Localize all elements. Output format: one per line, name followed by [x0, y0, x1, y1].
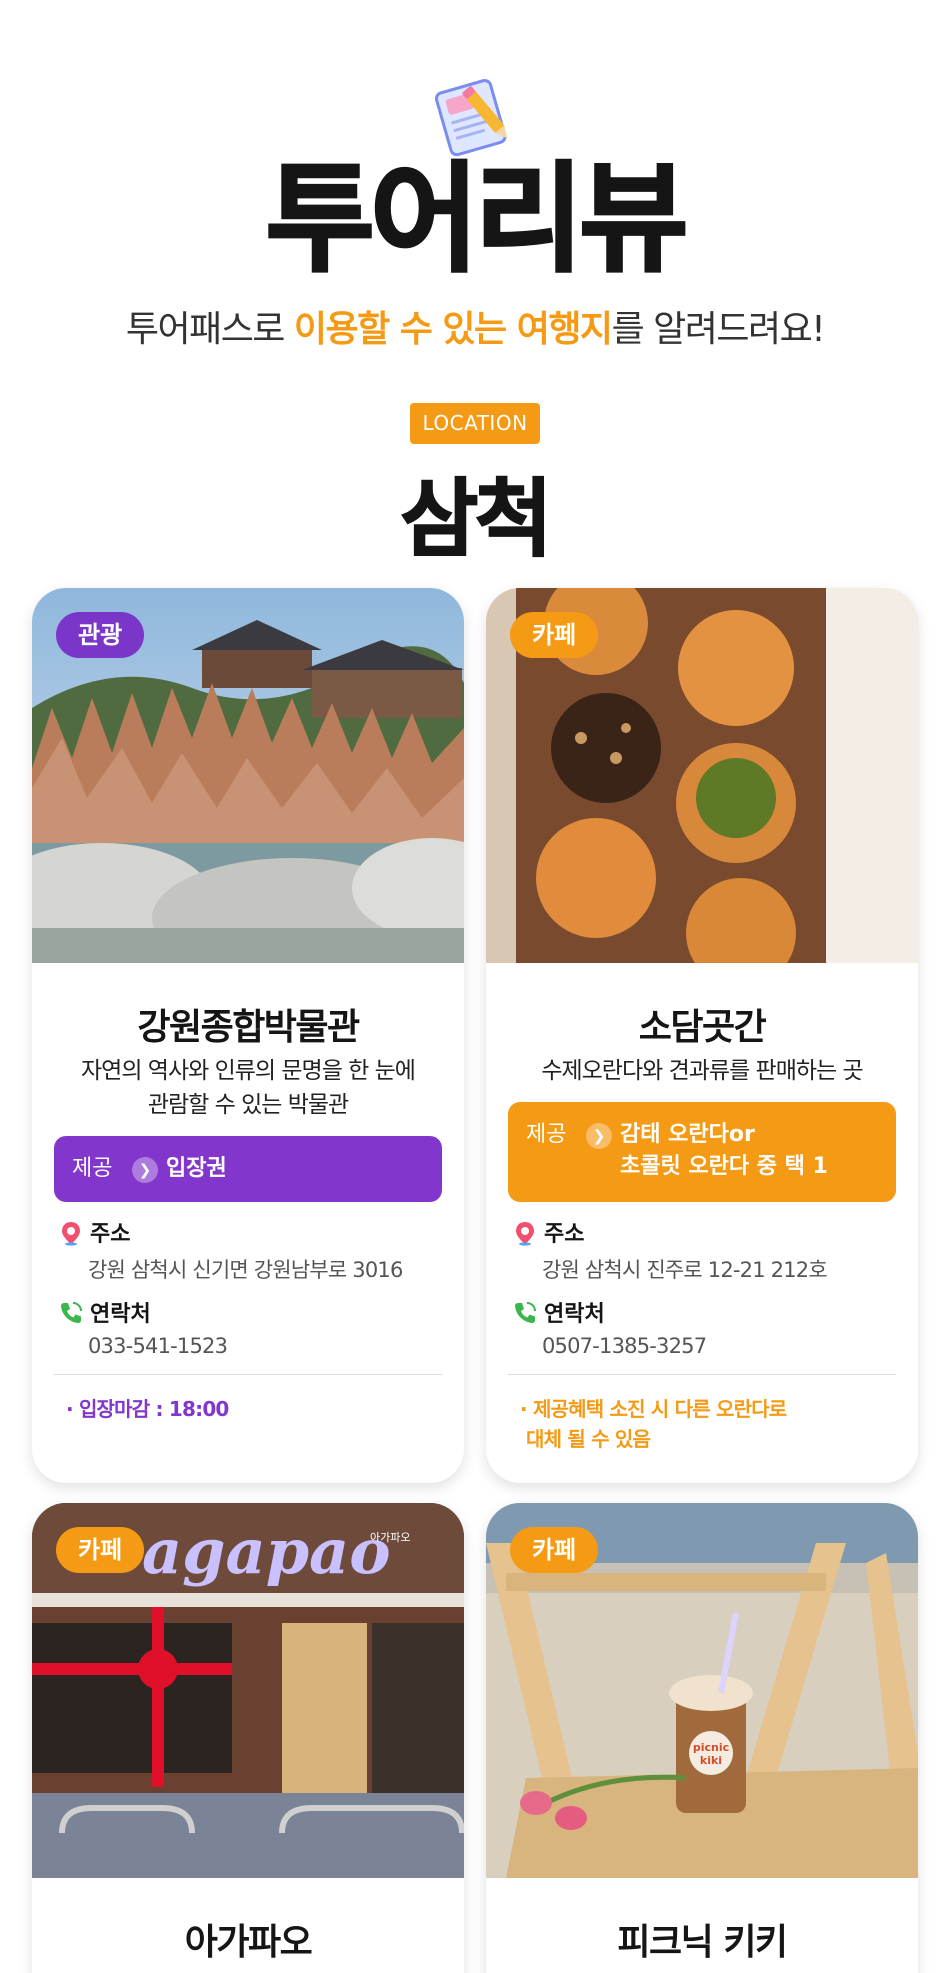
offer-value: 초콜릿 오란다 중 택 1: [620, 1154, 828, 1179]
description-line: 관람할 수 있는 박물관: [147, 1092, 349, 1118]
address-heading: 주소: [58, 1216, 130, 1248]
divider: [54, 1374, 442, 1375]
description-line: 수제오란다와 견과류를 판매하는 곳: [541, 1058, 863, 1084]
offer-label: 제공: [526, 1122, 567, 1147]
divider: [508, 1374, 896, 1375]
offer-box: 제공 ❯ 감태 오란다or 초콜릿 오란다 중 택 1: [508, 1102, 896, 1202]
place-card-agapao[interactable]: agapao 아가파오 카페 아가파오: [32, 1503, 464, 1973]
phone-icon: [61, 1302, 82, 1323]
shop-sign-small: 아가파오: [370, 1531, 410, 1544]
category-tag: 관광: [56, 612, 145, 658]
contact-label: 연락처: [90, 1302, 151, 1327]
note-line: · 입장마감 : 18:00: [66, 1397, 229, 1421]
offer-label: 제공: [72, 1156, 113, 1181]
offer-box: 제공 ❯ 입장권: [54, 1136, 442, 1202]
subtitle-highlight: 이용할 수 있는 여행지: [293, 309, 613, 350]
place-card-picnic-kiki[interactable]: picnic kiki 카페 피크닉 키키: [486, 1503, 918, 1973]
chevron-right-icon: ❯: [586, 1123, 612, 1149]
phone-icon: [515, 1302, 536, 1323]
description-line: 자연의 역사와 인류의 문명을 한 눈에: [81, 1058, 416, 1084]
shop-sign-text: agapao: [142, 1515, 391, 1588]
address-label: 주소: [544, 1222, 585, 1247]
note-line: · 제공혜택 소진 시 다른 오란다로: [520, 1397, 787, 1421]
contact-heading: 연락처: [58, 1296, 151, 1328]
map-pin-icon: [516, 1222, 534, 1246]
cup-brand-line: picnic: [693, 1741, 729, 1754]
address-value: 강원 삼척시 진주로 12-21 212호: [542, 1258, 828, 1282]
page-title: 투어리뷰: [264, 150, 689, 288]
category-tag: 카페: [56, 1527, 145, 1573]
note: · 제공혜택 소진 시 다른 오란다로 대체 될 수 있음: [520, 1394, 900, 1454]
chevron-right-icon: ❯: [132, 1157, 158, 1183]
subtitle-part-1: 투어패스로: [125, 309, 294, 350]
contact-label: 연락처: [544, 1302, 605, 1327]
category-tag: 카페: [510, 1527, 599, 1573]
place-card-museum[interactable]: 관광 강원종합박물관 자연의 역사와 인류의 문명을 한 눈에 관람할 수 있는…: [32, 588, 464, 1483]
place-description: 자연의 역사와 인류의 문명을 한 눈에 관람할 수 있는 박물관: [52, 1054, 444, 1122]
cup-brand-line: kiki: [700, 1754, 722, 1767]
place-name: 강원종합박물관: [137, 1007, 360, 1048]
note-line: 대체 될 수 있음: [526, 1427, 651, 1451]
address-heading: 주소: [512, 1216, 584, 1248]
offer-value: 감태 오란다or: [620, 1122, 755, 1147]
location-badge: LOCATION: [410, 403, 540, 444]
address-value: 강원 삼척시 신기면 강원남부로 3016: [88, 1258, 403, 1282]
contact-value[interactable]: 033-541-1523: [88, 1334, 228, 1358]
category-tag: 카페: [510, 612, 599, 658]
city-title: 삼척: [400, 469, 554, 569]
notepad-pencil-icon: [434, 79, 508, 157]
place-name: 아가파오: [184, 1922, 313, 1963]
note: · 입장마감 : 18:00: [66, 1394, 446, 1424]
contact-value[interactable]: 0507-1385-3257: [542, 1334, 707, 1358]
contact-heading: 연락처: [512, 1296, 605, 1328]
place-description: 수제오란다와 견과류를 판매하는 곳: [506, 1054, 898, 1088]
offer-value: 입장권: [166, 1156, 227, 1181]
subtitle-part-3: 를 알려드려요!: [611, 309, 826, 350]
map-pin-icon: [62, 1222, 80, 1246]
place-name: 소담곳간: [638, 1007, 767, 1048]
place-card-sodam[interactable]: 카페 소담곳간 수제오란다와 견과류를 판매하는 곳 제공 ❯ 감태 오란다or…: [486, 588, 918, 1483]
place-name: 피크닉 키키: [617, 1922, 788, 1963]
page-subtitle: 투어패스로 이용할 수 있는 여행지를 알려드려요!: [0, 300, 950, 352]
address-label: 주소: [90, 1222, 131, 1247]
